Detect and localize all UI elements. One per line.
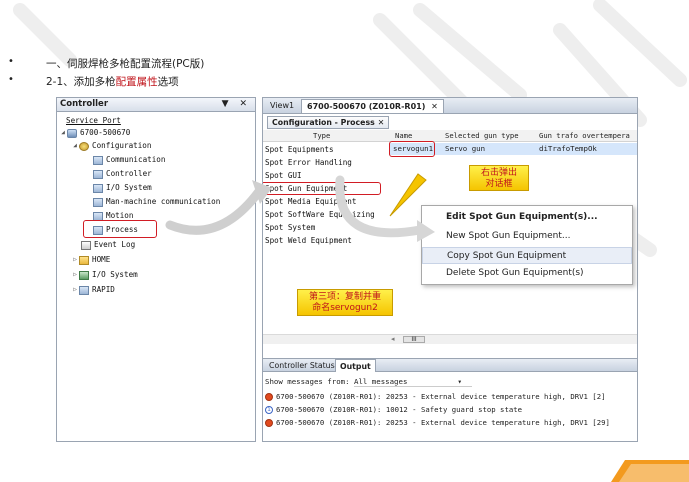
warning-icon — [265, 393, 273, 401]
scroll-left-icon[interactable]: ◂ — [391, 335, 395, 343]
rapid-icon — [79, 285, 89, 295]
tree-item-io-system[interactable]: ▷ I/O System — [71, 269, 138, 281]
column-header-gun-type[interactable]: Selected gun type — [445, 130, 519, 142]
callout-right-click: 右击弹出 对话框 — [469, 165, 529, 191]
process-highlight-box — [83, 220, 157, 238]
expand-icon[interactable]: ▷ — [71, 284, 79, 296]
scroll-thumb[interactable]: III — [403, 336, 425, 343]
panel-pin-close-controls[interactable]: ▼ ✕ — [222, 98, 251, 111]
config-icon — [93, 197, 103, 207]
folder-icon — [79, 255, 89, 265]
tab-configuration-process[interactable]: Configuration - Process ✕ — [267, 116, 390, 129]
tree-item-controller-topic[interactable]: Controller — [93, 168, 152, 180]
output-message[interactable]: i 6700-500670 (Z010R-R01): 10012 - Safety… — [265, 404, 522, 416]
expand-icon[interactable]: ▷ — [71, 254, 79, 266]
tree-item-communication[interactable]: Communication — [93, 154, 165, 166]
tree-item-event-log[interactable]: Event Log — [81, 239, 135, 251]
tree-item-service-port[interactable]: Service Port — [66, 115, 121, 127]
config-icon — [93, 155, 103, 165]
event-log-icon — [81, 240, 91, 250]
menu-item-delete-spot-gun[interactable]: Delete Spot Gun Equipment(s) — [422, 265, 632, 282]
bullet-highlight: 配置属性 — [115, 76, 158, 88]
tab-controller-status[interactable]: Controller Status — [265, 359, 339, 372]
curved-arrow-icon — [165, 180, 272, 235]
tab-view1[interactable]: View1 — [265, 99, 299, 113]
warning-icon — [265, 419, 273, 427]
tab-controller-config[interactable]: 6700-500670 (Z010R-R01) ✕ — [301, 99, 444, 113]
expand-icon[interactable]: ◢ — [71, 140, 79, 152]
robot-icon — [67, 128, 77, 138]
servogun1-highlight-box — [389, 141, 435, 157]
callout-pointer-icon — [389, 173, 427, 217]
output-tab-bar: Controller Status Output — [263, 358, 637, 372]
close-icon[interactable]: ✕ — [431, 102, 438, 111]
cell-trafo[interactable]: diTrafoTempOk — [539, 143, 597, 155]
cell-gun-type[interactable]: Servo gun — [445, 143, 485, 155]
config-icon — [93, 169, 103, 179]
expand-icon[interactable]: ▷ — [71, 269, 79, 281]
menu-item-new-spot-gun[interactable]: New Spot Gun Equipment... — [422, 228, 632, 245]
horizontal-scrollbar[interactable]: ◂ III — [263, 334, 637, 344]
menu-item-edit-spot-gun[interactable]: Edit Spot Gun Equipment(s)... — [422, 209, 632, 226]
tree-item-configuration[interactable]: ◢ Configuration — [71, 140, 151, 152]
document-tab-bar: View1 6700-500670 (Z010R-R01) ✕ — [263, 98, 637, 114]
bullet-text: 2-1、添加多枪 — [46, 76, 116, 88]
menu-item-copy-spot-gun[interactable]: Copy Spot Gun Equipment — [422, 247, 632, 264]
gear-icon — [79, 141, 89, 151]
context-menu: Edit Spot Gun Equipment(s)... New Spot G… — [421, 205, 633, 285]
info-icon: i — [265, 406, 273, 414]
config-icon — [93, 183, 103, 193]
column-header-trafo[interactable]: Gun trafo overtempera — [539, 130, 630, 142]
io-icon — [79, 270, 89, 280]
message-filter-select[interactable]: All messages ▾ — [354, 377, 472, 387]
bullet-text: 选项 — [157, 76, 179, 88]
tree-item-controller[interactable]: ◢ 6700-500670 — [59, 127, 130, 139]
tree-item-home[interactable]: ▷ HOME — [71, 254, 110, 266]
controller-panel: Controller ▼ ✕ Service Port ◢ 6700-500670… — [56, 97, 256, 442]
message-filter: Show messages from: All messages ▾ — [265, 377, 472, 387]
chevron-down-icon[interactable]: ▾ — [458, 377, 462, 386]
output-message[interactable]: 6700-500670 (Z010R-R01): 20253 - Externa… — [265, 391, 605, 403]
controller-panel-title: Controller ▼ ✕ — [57, 98, 255, 112]
column-header-type[interactable]: Type — [313, 130, 330, 142]
corner-decoration — [611, 460, 689, 482]
close-icon[interactable]: ✕ — [378, 118, 385, 127]
callout-copy-rename: 第三项：复制并重 命名servogun2 — [297, 289, 393, 316]
bullet-text: 一、伺服焊枪多枪配置流程(PC版) — [46, 58, 205, 70]
tree-item-io-system-topic[interactable]: I/O System — [93, 182, 152, 194]
output-message[interactable]: 6700-500670 (Z010R-R01): 20253 - Externa… — [265, 417, 610, 429]
tab-output[interactable]: Output — [335, 359, 376, 372]
tree-item-rapid[interactable]: ▷ RAPID — [71, 284, 115, 296]
expand-icon[interactable]: ◢ — [59, 127, 67, 139]
